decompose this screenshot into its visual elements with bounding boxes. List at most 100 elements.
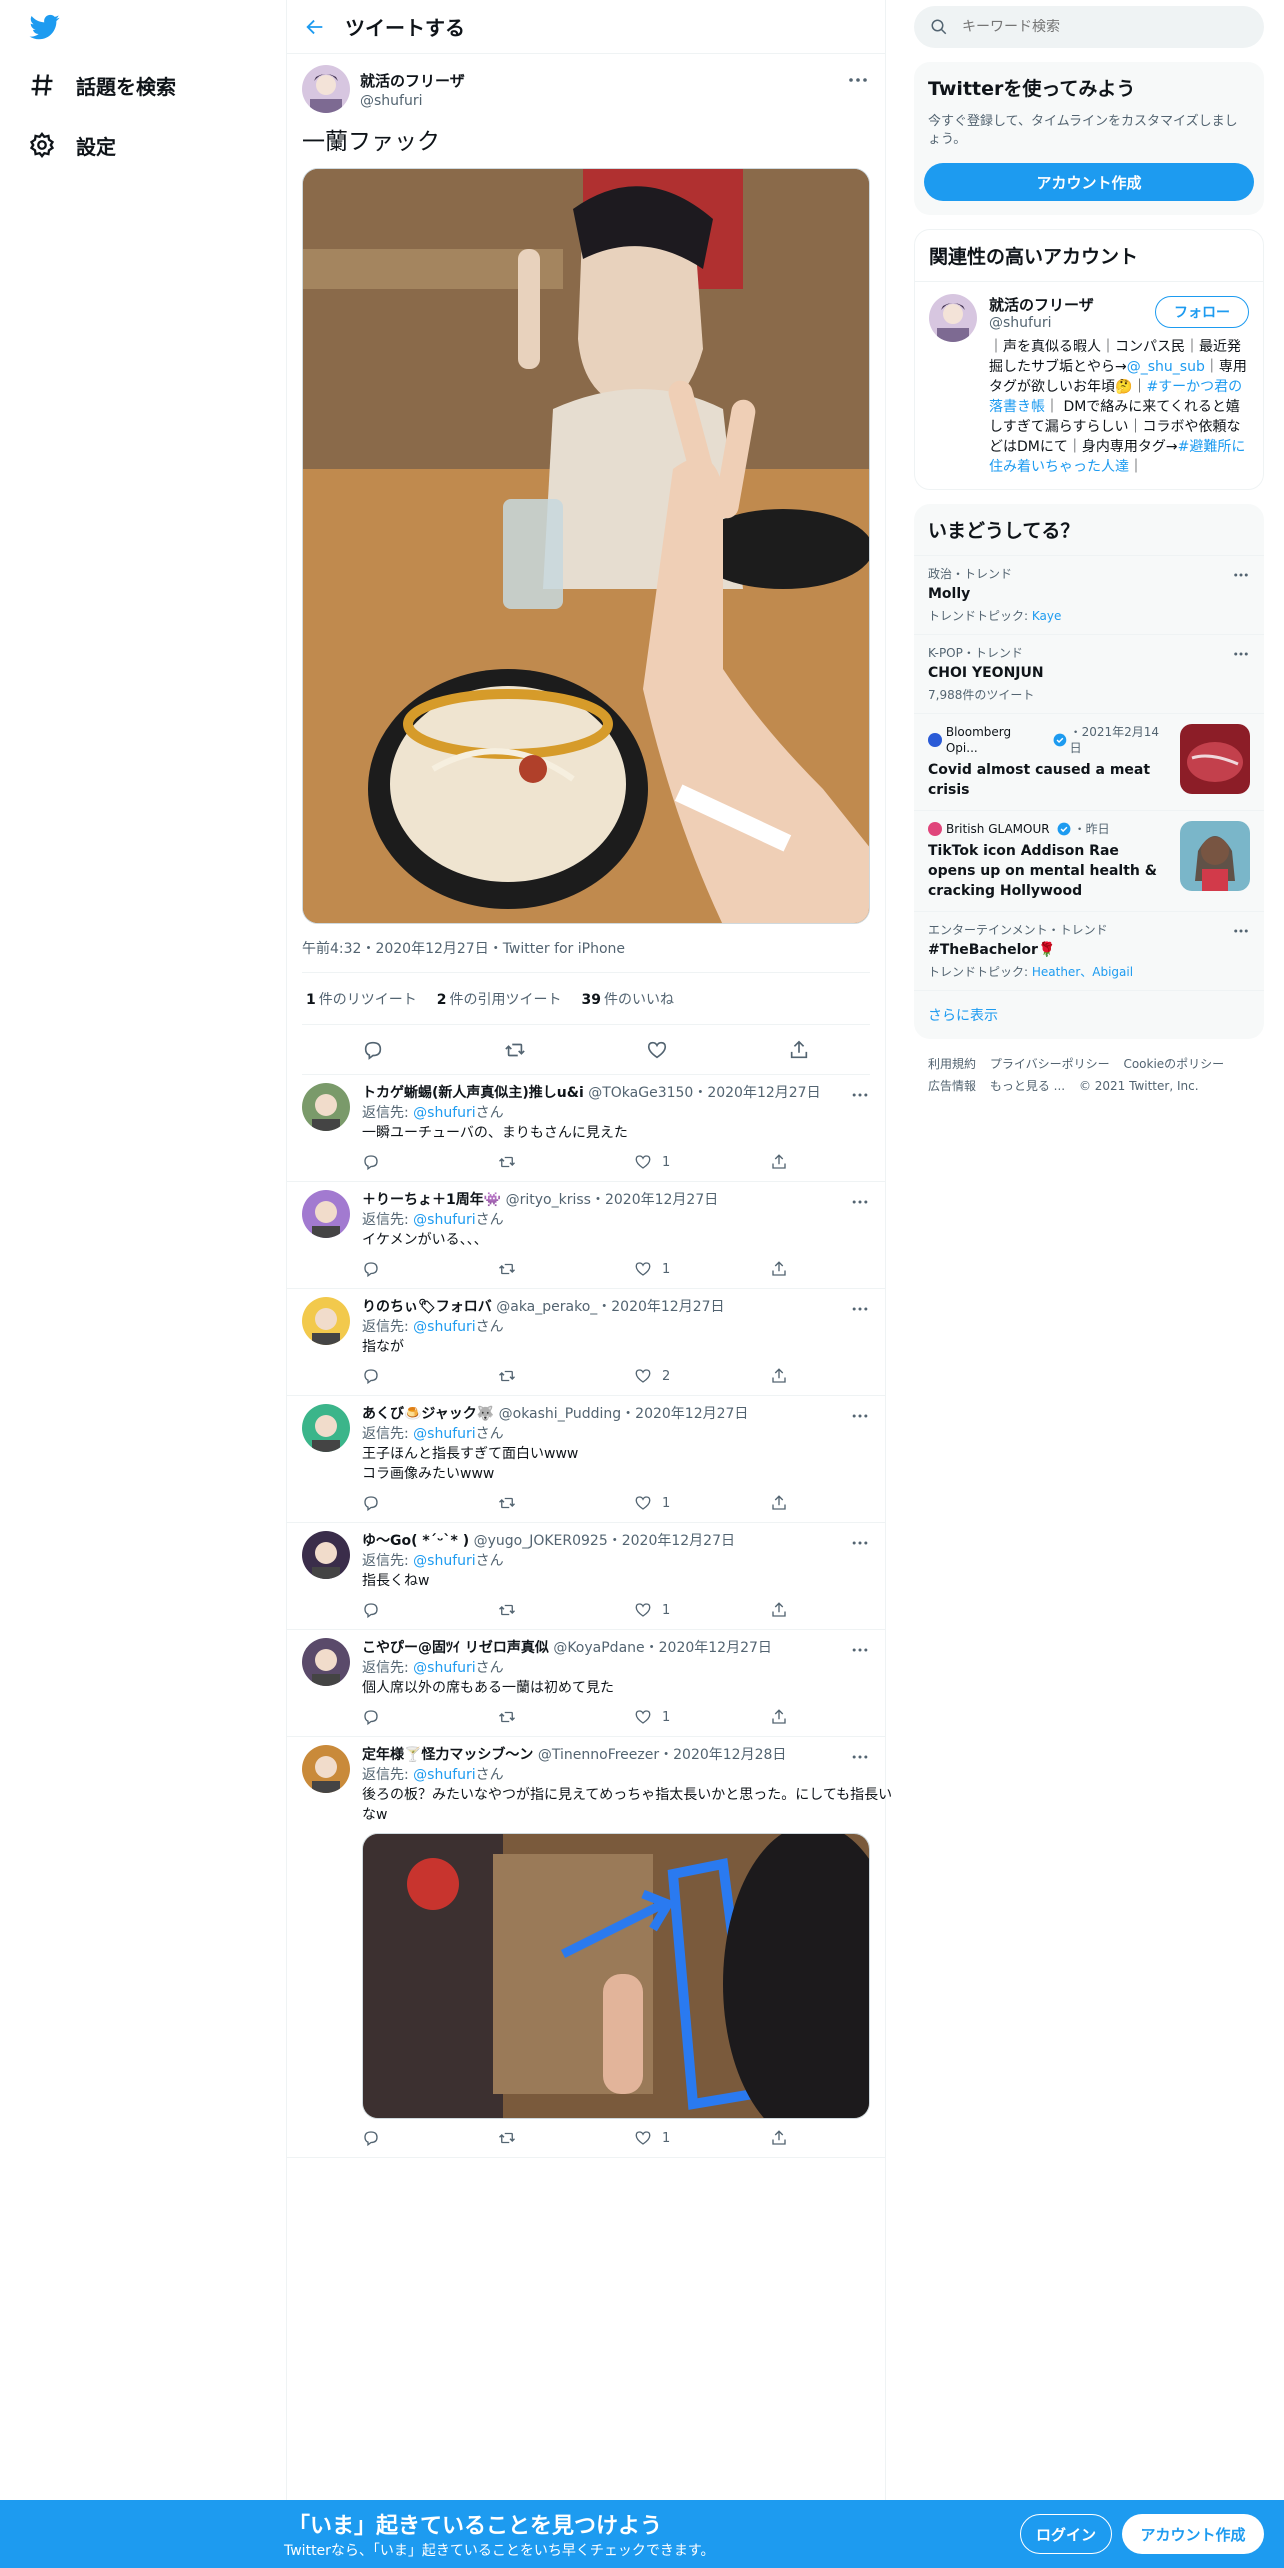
reply-tweet[interactable]: ゆ〜Go( *ˊᵕˋ* ) @yugo_JOKER0925・2020年12月27… <box>287 1523 885 1631</box>
create-account-button[interactable]: アカウント作成 <box>1122 2514 1264 2554</box>
reply-handle-date[interactable]: @TinennoFreezer・2020年12月28日 <box>538 1747 787 1763</box>
reply-tweet[interactable]: 定年様🍸怪力マッシブ〜ン @TinennoFreezer・2020年12月28日… <box>287 1737 892 2159</box>
reply-icon[interactable] <box>362 1367 498 1385</box>
tweet-photo[interactable] <box>302 168 870 925</box>
share-icon[interactable] <box>788 1039 810 1061</box>
reply-handle-date[interactable]: @aka_perako_・2020年12月27日 <box>496 1299 724 1315</box>
retweet-count[interactable]: 1 件のリツイート <box>306 989 417 1009</box>
replying-to-link[interactable]: @shufuri <box>413 1660 476 1676</box>
retweet-icon[interactable] <box>498 1494 634 1512</box>
more-options-icon[interactable] <box>1232 645 1250 663</box>
more-options-icon[interactable] <box>850 1747 870 1767</box>
reply-handle-date[interactable]: @TOkaGe3150・2020年12月27日 <box>588 1085 820 1101</box>
share-icon[interactable] <box>770 1153 906 1171</box>
share-icon[interactable] <box>770 1367 906 1385</box>
reply-handle-date[interactable]: @KoyaPdane・2020年12月27日 <box>553 1640 772 1656</box>
reply-tweet[interactable]: りのちぃ🏷フォロバ @aka_perako_・2020年12月27日 返信先: @… <box>287 1289 885 1397</box>
twitter-logo-icon[interactable] <box>28 12 64 42</box>
tweet-timestamp[interactable]: 午前4:32・2020年12月27日・Twitter for iPhone <box>302 938 870 974</box>
share-icon[interactable] <box>770 1260 906 1278</box>
retweet-icon[interactable] <box>498 1367 634 1385</box>
more-options-icon[interactable] <box>850 1640 870 1660</box>
like-count[interactable]: 39 件のいいね <box>582 989 674 1009</box>
replying-to-link[interactable]: @shufuri <box>413 1426 476 1442</box>
reply-icon[interactable] <box>362 1039 384 1061</box>
news-item[interactable]: British GLAMOUR ・昨日 TikTok icon Addison R… <box>914 810 1264 911</box>
trend-item[interactable]: エンターテインメント・トレンド #TheBachelor🌹 トレンドトピック: … <box>914 911 1264 990</box>
show-more-link[interactable]: さらに表示 <box>914 990 1264 1039</box>
reply-tweet[interactable]: あくび🍮ジャック🐺 @okashi_Pudding・2020年12月27日 返信先… <box>287 1396 885 1524</box>
reply-author-name[interactable]: こやぴー@固ﾂｲ リゼロ声真似 <box>362 1640 549 1656</box>
like-icon[interactable] <box>646 1039 668 1061</box>
tweet-author[interactable]: 就活のフリーザ @shufuri <box>302 64 870 114</box>
bio-link[interactable]: @_shu_sub <box>1127 359 1205 375</box>
author-handle[interactable]: @shufuri <box>360 93 465 109</box>
reply-tweet[interactable]: トカゲ蜥蜴(新人声真似主)推しu&i @TOkaGe3150・2020年12月2… <box>287 1075 885 1183</box>
avatar[interactable] <box>302 1190 350 1239</box>
follow-button[interactable]: フォロー <box>1155 296 1249 328</box>
reply-photo[interactable] <box>362 1833 870 2120</box>
reply-author-name[interactable]: ＋りーちょ＋1周年👾 <box>362 1192 501 1208</box>
more-options-icon[interactable] <box>1232 566 1250 584</box>
share-icon[interactable] <box>770 1708 906 1726</box>
share-icon[interactable] <box>770 1601 906 1619</box>
more-options-icon[interactable] <box>850 1192 870 1212</box>
replying-to-link[interactable]: @shufuri <box>413 1553 476 1569</box>
more-options-icon[interactable] <box>850 1533 870 1553</box>
retweet-icon[interactable] <box>498 2129 634 2147</box>
retweet-icon[interactable] <box>498 1601 634 1619</box>
quote-count[interactable]: 2 件の引用ツイート <box>437 989 562 1009</box>
like-icon[interactable]: 1 <box>634 1601 770 1619</box>
avatar[interactable] <box>302 1745 350 1794</box>
more-options-icon[interactable] <box>850 1085 870 1105</box>
replying-to-link[interactable]: @shufuri <box>413 1212 476 1228</box>
trend-item[interactable]: K-POP・トレンド CHOI YEONJUN 7,988件のツイート <box>914 634 1264 713</box>
replying-to-link[interactable]: @shufuri <box>413 1767 476 1783</box>
back-arrow-icon[interactable] <box>287 0 343 54</box>
avatar[interactable] <box>302 1638 350 1687</box>
reply-handle-date[interactable]: @okashi_Pudding・2020年12月27日 <box>499 1406 749 1422</box>
more-options-icon[interactable] <box>1232 922 1250 940</box>
avatar[interactable] <box>302 1297 350 1346</box>
like-icon[interactable]: 1 <box>634 2129 770 2147</box>
share-icon[interactable] <box>770 1494 906 1512</box>
like-icon[interactable]: 2 <box>634 1367 770 1385</box>
related-account[interactable]: 就活のフリーザ @shufuri ｜声を真似る暇人｜コンパス民｜最近発掘したサブ… <box>915 282 1263 489</box>
avatar[interactable] <box>302 1404 350 1453</box>
avatar[interactable] <box>929 294 977 342</box>
search-input[interactable] <box>962 19 1222 35</box>
more-options-icon[interactable] <box>850 1299 870 1319</box>
reply-author-name[interactable]: トカゲ蜥蜴(新人声真似主)推しu&i <box>362 1085 584 1101</box>
footer-link-cookies[interactable]: Cookieのポリシー <box>1123 1057 1224 1071</box>
reply-icon[interactable] <box>362 2129 498 2147</box>
retweet-icon[interactable] <box>498 1153 634 1171</box>
reply-handle-date[interactable]: @yugo_JOKER0925・2020年12月27日 <box>474 1533 735 1549</box>
nav-explore[interactable]: 話題を検索 <box>28 60 176 110</box>
avatar[interactable] <box>302 1083 350 1132</box>
reply-author-name[interactable]: ゆ〜Go( *ˊᵕˋ* ) <box>362 1533 469 1549</box>
like-icon[interactable]: 1 <box>634 1708 770 1726</box>
reply-tweet[interactable]: ＋りーちょ＋1周年👾 @rityo_kriss・2020年12月27日 返信先: … <box>287 1182 885 1290</box>
retweet-icon[interactable] <box>498 1260 634 1278</box>
search-box[interactable] <box>914 6 1264 48</box>
footer-link-ads[interactable]: 広告情報 <box>928 1079 976 1093</box>
share-icon[interactable] <box>770 2129 906 2147</box>
more-options-icon[interactable] <box>846 68 870 92</box>
like-icon[interactable]: 1 <box>634 1494 770 1512</box>
reply-author-name[interactable]: りのちぃ🏷フォロバ <box>362 1299 492 1315</box>
reply-icon[interactable] <box>362 1708 498 1726</box>
reply-author-name[interactable]: あくび🍮ジャック🐺 <box>362 1406 494 1422</box>
author-name[interactable]: 就活のフリーザ <box>360 70 465 91</box>
retweet-icon[interactable] <box>504 1039 526 1061</box>
footer-link-terms[interactable]: 利用規約 <box>928 1057 976 1071</box>
reply-author-name[interactable]: 定年様🍸怪力マッシブ〜ン <box>362 1747 533 1763</box>
like-icon[interactable]: 1 <box>634 1153 770 1171</box>
reply-icon[interactable] <box>362 1260 498 1278</box>
more-options-icon[interactable] <box>850 1406 870 1426</box>
reply-tweet[interactable]: こやぴー@固ﾂｲ リゼロ声真似 @KoyaPdane・2020年12月27日 返信… <box>287 1630 885 1738</box>
retweet-icon[interactable] <box>498 1708 634 1726</box>
reply-icon[interactable] <box>362 1601 498 1619</box>
reply-icon[interactable] <box>362 1153 498 1171</box>
replying-to-link[interactable]: @shufuri <box>413 1105 476 1121</box>
like-icon[interactable]: 1 <box>634 1260 770 1278</box>
